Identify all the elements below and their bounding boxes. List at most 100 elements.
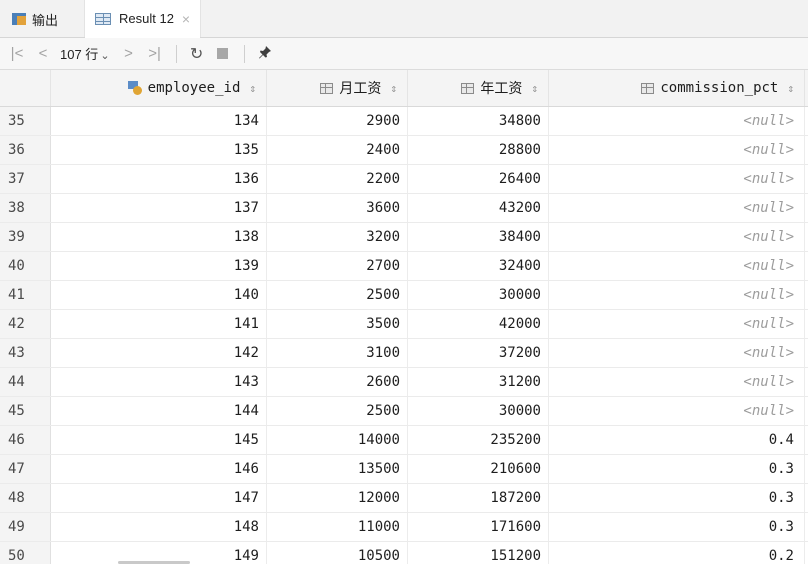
- cell-commission-pct[interactable]: 0.3: [549, 513, 805, 541]
- cell-commission-pct[interactable]: <null>: [549, 368, 805, 396]
- table-row[interactable]: 47 146 13500 210600 0.3: [0, 455, 808, 484]
- cell-employee-id[interactable]: 135: [51, 136, 267, 164]
- sort-icon[interactable]: ⇕: [390, 82, 397, 95]
- cell-employee-id[interactable]: 134: [51, 107, 267, 135]
- cell-annual-salary[interactable]: 32400: [408, 252, 549, 280]
- cell-annual-salary[interactable]: 30000: [408, 281, 549, 309]
- refresh-icon[interactable]: ↻: [185, 44, 209, 64]
- sort-icon[interactable]: ⇕: [787, 82, 794, 95]
- sort-icon[interactable]: ⇕: [249, 82, 256, 95]
- cell-monthly-salary[interactable]: 3500: [267, 310, 408, 338]
- table-row[interactable]: 48 147 12000 187200 0.3: [0, 484, 808, 513]
- cell-employee-id[interactable]: 148: [51, 513, 267, 541]
- column-header-commission-pct[interactable]: commission_pct ⇕: [549, 70, 805, 106]
- cell-employee-id[interactable]: 147: [51, 484, 267, 512]
- cell-monthly-salary[interactable]: 12000: [267, 484, 408, 512]
- row-number: 41: [0, 281, 51, 309]
- cell-employee-id[interactable]: 136: [51, 165, 267, 193]
- cell-commission-pct[interactable]: 0.3: [549, 484, 805, 512]
- cell-employee-id[interactable]: 137: [51, 194, 267, 222]
- table-row[interactable]: 43 142 3100 37200 <null>: [0, 339, 808, 368]
- cell-annual-salary[interactable]: 30000: [408, 397, 549, 425]
- table-row[interactable]: 40 139 2700 32400 <null>: [0, 252, 808, 281]
- cell-commission-pct[interactable]: <null>: [549, 107, 805, 135]
- cell-monthly-salary[interactable]: 13500: [267, 455, 408, 483]
- cell-monthly-salary[interactable]: 3100: [267, 339, 408, 367]
- cell-commission-pct[interactable]: <null>: [549, 223, 805, 251]
- cell-annual-salary[interactable]: 210600: [408, 455, 549, 483]
- tab-output[interactable]: 输出: [12, 0, 58, 38]
- cell-annual-salary[interactable]: 28800: [408, 136, 549, 164]
- cell-employee-id[interactable]: 143: [51, 368, 267, 396]
- cell-annual-salary[interactable]: 43200: [408, 194, 549, 222]
- cell-annual-salary[interactable]: 37200: [408, 339, 549, 367]
- cell-annual-salary[interactable]: 171600: [408, 513, 549, 541]
- cell-annual-salary[interactable]: 26400: [408, 165, 549, 193]
- cell-annual-salary[interactable]: 235200: [408, 426, 549, 454]
- column-header-annual-salary[interactable]: 年工资 ⇕: [408, 70, 549, 106]
- cell-monthly-salary[interactable]: 2200: [267, 165, 408, 193]
- close-icon[interactable]: ×: [182, 11, 190, 27]
- table-row[interactable]: 38 137 3600 43200 <null>: [0, 194, 808, 223]
- cell-employee-id[interactable]: 142: [51, 339, 267, 367]
- cell-monthly-salary[interactable]: 2500: [267, 397, 408, 425]
- cell-commission-pct[interactable]: <null>: [549, 165, 805, 193]
- cell-monthly-salary[interactable]: 2600: [267, 368, 408, 396]
- table-row[interactable]: 35 134 2900 34800 <null>: [0, 107, 808, 136]
- tab-result[interactable]: Result 12 ×: [84, 0, 202, 38]
- cell-employee-id[interactable]: 139: [51, 252, 267, 280]
- table-row[interactable]: 45 144 2500 30000 <null>: [0, 397, 808, 426]
- cell-monthly-salary[interactable]: 3200: [267, 223, 408, 251]
- cell-annual-salary[interactable]: 34800: [408, 107, 549, 135]
- table-row[interactable]: 41 140 2500 30000 <null>: [0, 281, 808, 310]
- table-row[interactable]: 46 145 14000 235200 0.4: [0, 426, 808, 455]
- table-row[interactable]: 42 141 3500 42000 <null>: [0, 310, 808, 339]
- cell-employee-id[interactable]: 146: [51, 455, 267, 483]
- sort-icon[interactable]: ⇕: [531, 82, 538, 95]
- cell-commission-pct[interactable]: <null>: [549, 194, 805, 222]
- cell-commission-pct[interactable]: 0.3: [549, 455, 805, 483]
- table-row[interactable]: 39 138 3200 38400 <null>: [0, 223, 808, 252]
- cell-monthly-salary[interactable]: 10500: [267, 542, 408, 564]
- pin-icon[interactable]: [253, 45, 277, 63]
- table-row[interactable]: 36 135 2400 28800 <null>: [0, 136, 808, 165]
- cell-employee-id[interactable]: 141: [51, 310, 267, 338]
- cell-annual-salary[interactable]: 151200: [408, 542, 549, 564]
- cell-commission-pct[interactable]: <null>: [549, 281, 805, 309]
- cell-monthly-salary[interactable]: 2700: [267, 252, 408, 280]
- cell-monthly-salary[interactable]: 3600: [267, 194, 408, 222]
- cell-employee-id[interactable]: 138: [51, 223, 267, 251]
- table-row[interactable]: 44 143 2600 31200 <null>: [0, 368, 808, 397]
- next-page-icon[interactable]: >: [116, 45, 142, 62]
- cell-monthly-salary[interactable]: 2500: [267, 281, 408, 309]
- cell-employee-id[interactable]: 144: [51, 397, 267, 425]
- cell-monthly-salary[interactable]: 11000: [267, 513, 408, 541]
- chevron-down-icon: ⌄: [100, 50, 110, 62]
- first-page-icon[interactable]: |<: [4, 45, 30, 62]
- cell-monthly-salary[interactable]: 2400: [267, 136, 408, 164]
- cell-annual-salary[interactable]: 42000: [408, 310, 549, 338]
- stop-icon[interactable]: [216, 48, 228, 59]
- column-header-employee-id[interactable]: employee_id ⇕: [51, 70, 267, 106]
- cell-commission-pct[interactable]: <null>: [549, 136, 805, 164]
- cell-annual-salary[interactable]: 38400: [408, 223, 549, 251]
- row-number: 37: [0, 165, 51, 193]
- cell-commission-pct[interactable]: <null>: [549, 339, 805, 367]
- cell-monthly-salary[interactable]: 14000: [267, 426, 408, 454]
- cell-commission-pct[interactable]: <null>: [549, 397, 805, 425]
- cell-employee-id[interactable]: 145: [51, 426, 267, 454]
- cell-commission-pct[interactable]: 0.2: [549, 542, 805, 564]
- last-page-icon[interactable]: >|: [142, 45, 168, 62]
- cell-commission-pct[interactable]: <null>: [549, 252, 805, 280]
- previous-page-icon[interactable]: <: [30, 45, 56, 62]
- row-count-selector[interactable]: 107 行 ⌄: [60, 44, 110, 63]
- cell-monthly-salary[interactable]: 2900: [267, 107, 408, 135]
- cell-annual-salary[interactable]: 187200: [408, 484, 549, 512]
- column-header-monthly-salary[interactable]: 月工资 ⇕: [267, 70, 408, 106]
- cell-commission-pct[interactable]: 0.4: [549, 426, 805, 454]
- table-row[interactable]: 37 136 2200 26400 <null>: [0, 165, 808, 194]
- cell-commission-pct[interactable]: <null>: [549, 310, 805, 338]
- table-row[interactable]: 49 148 11000 171600 0.3: [0, 513, 808, 542]
- cell-employee-id[interactable]: 140: [51, 281, 267, 309]
- cell-annual-salary[interactable]: 31200: [408, 368, 549, 396]
